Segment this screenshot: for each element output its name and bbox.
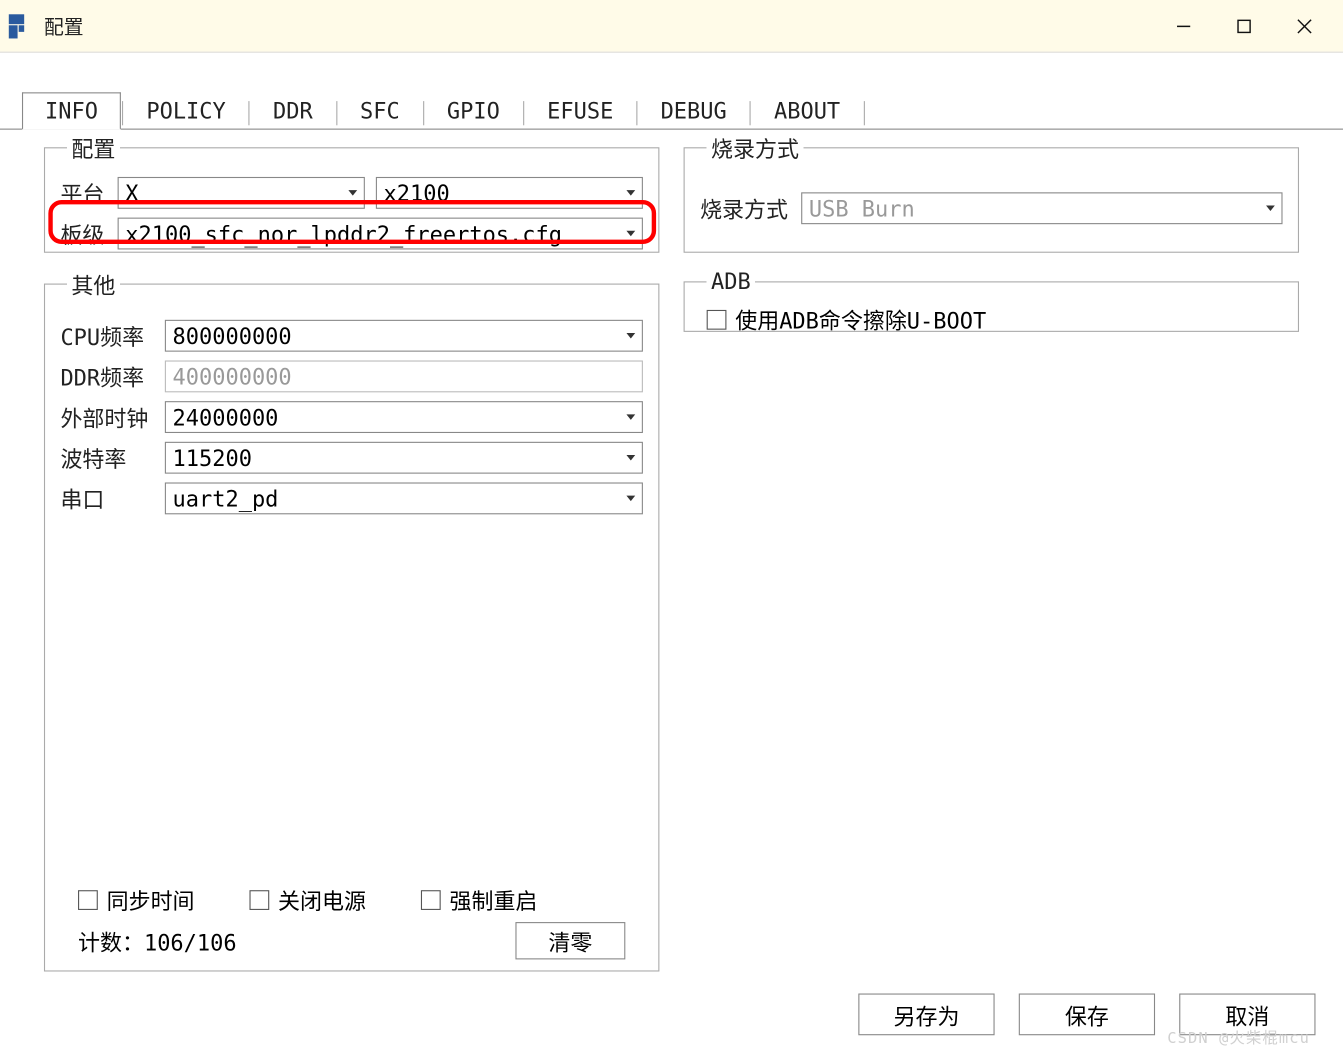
count-label: 计数：106/106 (78, 925, 237, 957)
baud-value: 115200 (173, 445, 252, 471)
save-button[interactable]: 保存 (1019, 993, 1155, 1035)
titlebar: 配置 (0, 0, 1343, 53)
group-other: 其他 CPU频率 800000000 DDR频率 400000000 外部时钟 … (44, 268, 659, 971)
chevron-down-icon (623, 491, 638, 506)
force-reboot-checkbox[interactable] (421, 890, 441, 910)
board-label: 板级 (60, 218, 117, 250)
board-select[interactable]: x2100_sfc_nor_lpddr2_freertos.cfg (118, 218, 643, 250)
tabs: INFO POLICY DDR SFC GPIO EFUSE DEBUG ABO… (0, 92, 1343, 129)
chevron-down-icon (623, 450, 638, 465)
tab-ddr[interactable]: DDR (251, 93, 335, 128)
ext-clock-select[interactable]: 24000000 (165, 401, 643, 433)
cpu-freq-value: 800000000 (173, 323, 292, 349)
burn-mode-value: USB Burn (809, 195, 915, 221)
chip-select[interactable]: x2100 (376, 177, 643, 209)
ddr-freq-label: DDR频率 (60, 360, 164, 392)
adb-erase-label: 使用ADB命令擦除U-BOOT (735, 303, 986, 335)
group-config: 配置 平台 X x2100 板级 x2100_sfc_nor_lpddr2_fr… (44, 132, 659, 253)
close-button[interactable] (1274, 4, 1334, 48)
force-reboot-label: 强制重启 (449, 884, 537, 916)
tab-about[interactable]: ABOUT (752, 93, 862, 128)
tab-sfc[interactable]: SFC (338, 93, 422, 128)
chip-value: x2100 (384, 180, 450, 206)
group-adb: ADB 使用ADB命令擦除U-BOOT (684, 268, 1299, 332)
ext-clock-label: 外部时钟 (60, 401, 164, 433)
watermark: CSDN @火柴棍mcu (1167, 1026, 1310, 1048)
cpu-freq-label: CPU频率 (60, 320, 164, 352)
cpu-freq-select[interactable]: 800000000 (165, 320, 643, 352)
uart-select[interactable]: uart2_pd (165, 482, 643, 514)
power-off-checkbox[interactable] (249, 890, 269, 910)
chevron-down-icon (345, 185, 360, 200)
chevron-down-icon (623, 185, 638, 200)
baud-label: 波特率 (60, 442, 164, 474)
tab-efuse[interactable]: EFUSE (525, 93, 635, 128)
app-icon (9, 14, 33, 38)
tab-policy[interactable]: POLICY (124, 93, 247, 128)
tab-debug[interactable]: DEBUG (639, 93, 749, 128)
ddr-freq-value: 400000000 (173, 363, 292, 389)
baud-select[interactable]: 115200 (165, 442, 643, 474)
adb-erase-checkbox[interactable] (707, 309, 727, 329)
sync-time-label: 同步时间 (107, 884, 195, 916)
save-as-button[interactable]: 另存为 (858, 993, 994, 1035)
window-title: 配置 (44, 12, 84, 41)
chevron-down-icon (623, 409, 638, 424)
platform-value: X (125, 180, 138, 206)
tab-gpio[interactable]: GPIO (425, 93, 522, 128)
chevron-down-icon (623, 328, 638, 343)
ext-clock-value: 24000000 (173, 404, 279, 430)
board-value: x2100_sfc_nor_lpddr2_freertos.cfg (125, 220, 562, 246)
minimize-button[interactable] (1153, 4, 1213, 48)
platform-select[interactable]: X (118, 177, 365, 209)
burn-mode-select[interactable]: USB Burn (801, 192, 1282, 224)
sync-time-checkbox[interactable] (78, 890, 98, 910)
power-off-label: 关闭电源 (278, 884, 366, 916)
ddr-freq-input: 400000000 (165, 360, 643, 392)
uart-label: 串口 (60, 482, 164, 514)
clear-button[interactable]: 清零 (515, 922, 625, 959)
group-config-legend: 配置 (67, 132, 120, 164)
chevron-down-icon (623, 226, 638, 241)
group-adb-legend: ADB (707, 268, 755, 294)
burn-mode-label: 烧录方式 (700, 192, 801, 224)
platform-label: 平台 (60, 177, 117, 209)
maximize-button[interactable] (1213, 4, 1273, 48)
group-other-legend: 其他 (67, 268, 120, 300)
uart-value: uart2_pd (173, 485, 279, 511)
group-burn-legend: 烧录方式 (707, 132, 804, 164)
tab-info[interactable]: INFO (22, 92, 121, 129)
chevron-down-icon (1263, 201, 1278, 216)
group-burn: 烧录方式 烧录方式 USB Burn (684, 132, 1299, 253)
